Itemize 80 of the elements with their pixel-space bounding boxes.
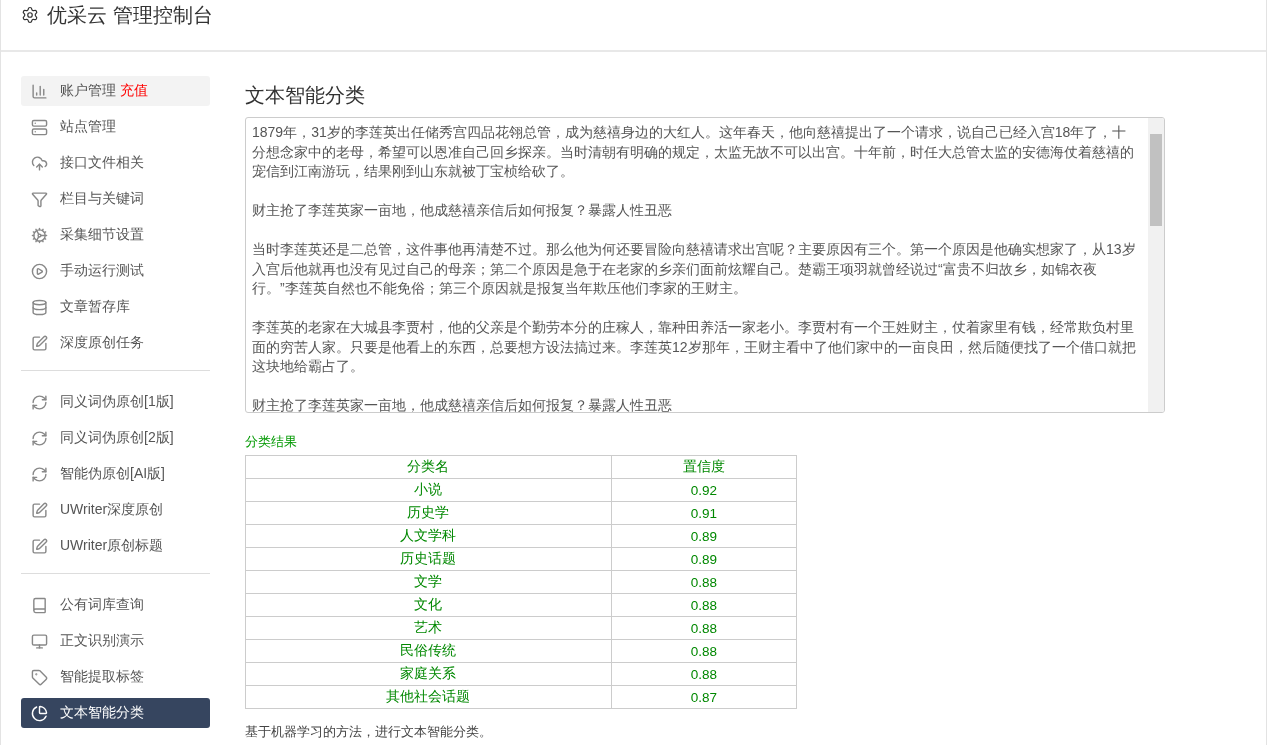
table-cell: 小说 xyxy=(245,478,612,502)
sidebar-label: UWriter原创标题 xyxy=(60,537,164,555)
settings-icon xyxy=(21,6,39,24)
sidebar-label: 栏目与关键词 xyxy=(60,190,144,208)
filter-icon xyxy=(31,190,48,208)
sidebar-item[interactable]: 智能提取标签 xyxy=(21,662,210,692)
sidebar-label: 同义词伪原创[1版] xyxy=(60,393,174,411)
edit-icon xyxy=(31,334,48,352)
table-cell: 其他社会话题 xyxy=(245,685,612,709)
book-icon xyxy=(31,596,48,614)
table-cell: 民俗传统 xyxy=(245,639,612,663)
pie-chart-icon xyxy=(31,704,48,722)
sidebar-label: 智能伪原创[AI版] xyxy=(60,465,165,483)
table-cell: 0.87 xyxy=(611,685,797,709)
table-cell: 0.89 xyxy=(611,524,797,548)
monitor-icon xyxy=(31,632,48,650)
table-cell: 文学 xyxy=(245,570,612,594)
edit-icon xyxy=(31,501,48,519)
column-header: 置信度 xyxy=(611,455,797,479)
edit-icon xyxy=(31,537,48,555)
cloud-upload-icon xyxy=(31,154,48,172)
sidebar-item[interactable]: 采集细节设置 xyxy=(21,220,210,250)
sidebar-item[interactable]: 深度原创任务 xyxy=(21,328,210,358)
scrollbar[interactable] xyxy=(1148,118,1164,412)
refresh-icon xyxy=(31,393,48,411)
result-label: 分类结果 xyxy=(245,433,298,451)
sidebar-item[interactable]: 智能伪原创[AI版] xyxy=(21,459,210,489)
sidebar-label: 公有词库查询 xyxy=(60,596,144,614)
sidebar-label: 正文识别演示 xyxy=(60,632,144,650)
table-cell: 文化 xyxy=(245,593,612,617)
table-cell: 历史学 xyxy=(245,501,612,525)
sidebar-label: 接口文件相关 xyxy=(60,154,144,172)
sidebar-label: 账户管理 xyxy=(60,82,116,100)
table-cell: 人文学科 xyxy=(245,524,612,548)
sidebar-item[interactable]: 正文识别演示 xyxy=(21,626,210,656)
sidebar-item[interactable]: 同义词伪原创[2版] xyxy=(21,423,210,453)
sidebar-label: 文章暂存库 xyxy=(60,298,130,316)
bar-chart-icon xyxy=(31,82,48,100)
sidebar-item[interactable]: 文章暂存库 xyxy=(21,292,210,322)
sidebar-label: 手动运行测试 xyxy=(60,262,144,280)
section-title: 文本智能分类 xyxy=(245,83,366,108)
table-cell: 艺术 xyxy=(245,616,612,640)
refresh-icon xyxy=(31,465,48,483)
table-cell: 家庭关系 xyxy=(245,662,612,686)
table-cell: 0.88 xyxy=(611,616,797,640)
sidebar-item[interactable]: 账户管理 充值 xyxy=(21,76,210,106)
sidebar-item[interactable]: 栏目与关键词 xyxy=(21,184,210,214)
server-icon xyxy=(31,118,48,136)
sidebar-item[interactable]: UWriter深度原创 xyxy=(21,495,210,525)
sidebar-label: 站点管理 xyxy=(60,118,116,136)
table-cell: 0.88 xyxy=(611,639,797,663)
refresh-icon xyxy=(31,429,48,447)
table-cell: 0.88 xyxy=(611,570,797,594)
tag-icon xyxy=(31,668,48,686)
sidebar-item[interactable]: UWriter原创标题 xyxy=(21,531,210,561)
play-icon xyxy=(31,262,48,280)
table-cell: 0.88 xyxy=(611,593,797,617)
text-area[interactable]: 1879年，31岁的李莲英出任储秀宫四品花翎总管，成为慈禧身边的大红人。这年春天，他向慈禧提出了一个请求，说自己已经入宫18年了，十分想念家中的老母，希望可以恩准自己回乡探亲。当时清朝有明确的规定，太监无故不可以出宫。十年前，时任大总管太监的安德海仗着慈禧的宠信到江南游玩，结果刚到山东就被丁宝桢给砍了。 财主抢了李莲英家一亩地，他成慈禧亲信后如何报复？暴露人性丑恶 当时李莲英还是二总管，这件事他再清楚不过。那么他为何还要冒险向慈禧请求出宫呢？主要原因有三个。第一个原因是他确实想家了，从13岁入宫后他就再也没有见过自己的母亲；第二个原因是急于在老家的乡亲们面前炫耀自己。楚霸王项羽就曾经说过“富贵不归故乡，如锦衣夜行。”李莲英自然也不能免俗；第三个原因就是报复当年欺压他们李家的王财主。 李莲英的老家在大城县李贾村，他的父亲是个勤劳本分的庄稼人，靠种田养活一家老小。李贾村有一个王姓财主，仗着家里有钱，经常欺负村里面的穷苦人家。只要是他看上的东西，总要想方设法搞过来。李莲英12岁那年，王财主看中了他们家中的一亩良田，然后随便找了一个借口就把这块地给霸占了。 财主抢了李莲英家一亩地，他成慈禧亲信后如何报复？暴露人性丑恶 xyxy=(245,117,1165,413)
table-cell: 0.91 xyxy=(611,501,797,525)
sidebar-label: UWriter深度原创 xyxy=(60,501,164,519)
description-text: 基于机器学习的方法，进行文本智能分类。 xyxy=(245,723,493,741)
table-cell: 历史话题 xyxy=(245,547,612,571)
sidebar-label: 智能提取标签 xyxy=(60,668,144,686)
sidebar-item[interactable]: 公有词库查询 xyxy=(21,590,210,620)
sidebar-label: 采集细节设置 xyxy=(60,226,144,244)
sidebar-item[interactable]: 站点管理 xyxy=(21,112,210,142)
recharge-link[interactable]: 充值 xyxy=(120,82,148,100)
database-icon xyxy=(31,298,48,316)
sidebar-item[interactable]: 接口文件相关 xyxy=(21,148,210,178)
page-title: 优采云 管理控制台 xyxy=(47,3,213,28)
column-header: 分类名 xyxy=(245,455,612,479)
sidebar-label: 同义词伪原创[2版] xyxy=(60,429,174,447)
sidebar-label: 深度原创任务 xyxy=(60,334,144,352)
sidebar-item[interactable]: 手动运行测试 xyxy=(21,256,210,286)
table-cell: 0.92 xyxy=(611,478,797,502)
sidebar-label: 文本智能分类 xyxy=(60,704,144,722)
table-cell: 0.88 xyxy=(611,662,797,686)
sidebar-item[interactable]: 文本智能分类 xyxy=(21,698,210,728)
sidebar-item[interactable]: 同义词伪原创[1版] xyxy=(21,387,210,417)
table-cell: 0.89 xyxy=(611,547,797,571)
